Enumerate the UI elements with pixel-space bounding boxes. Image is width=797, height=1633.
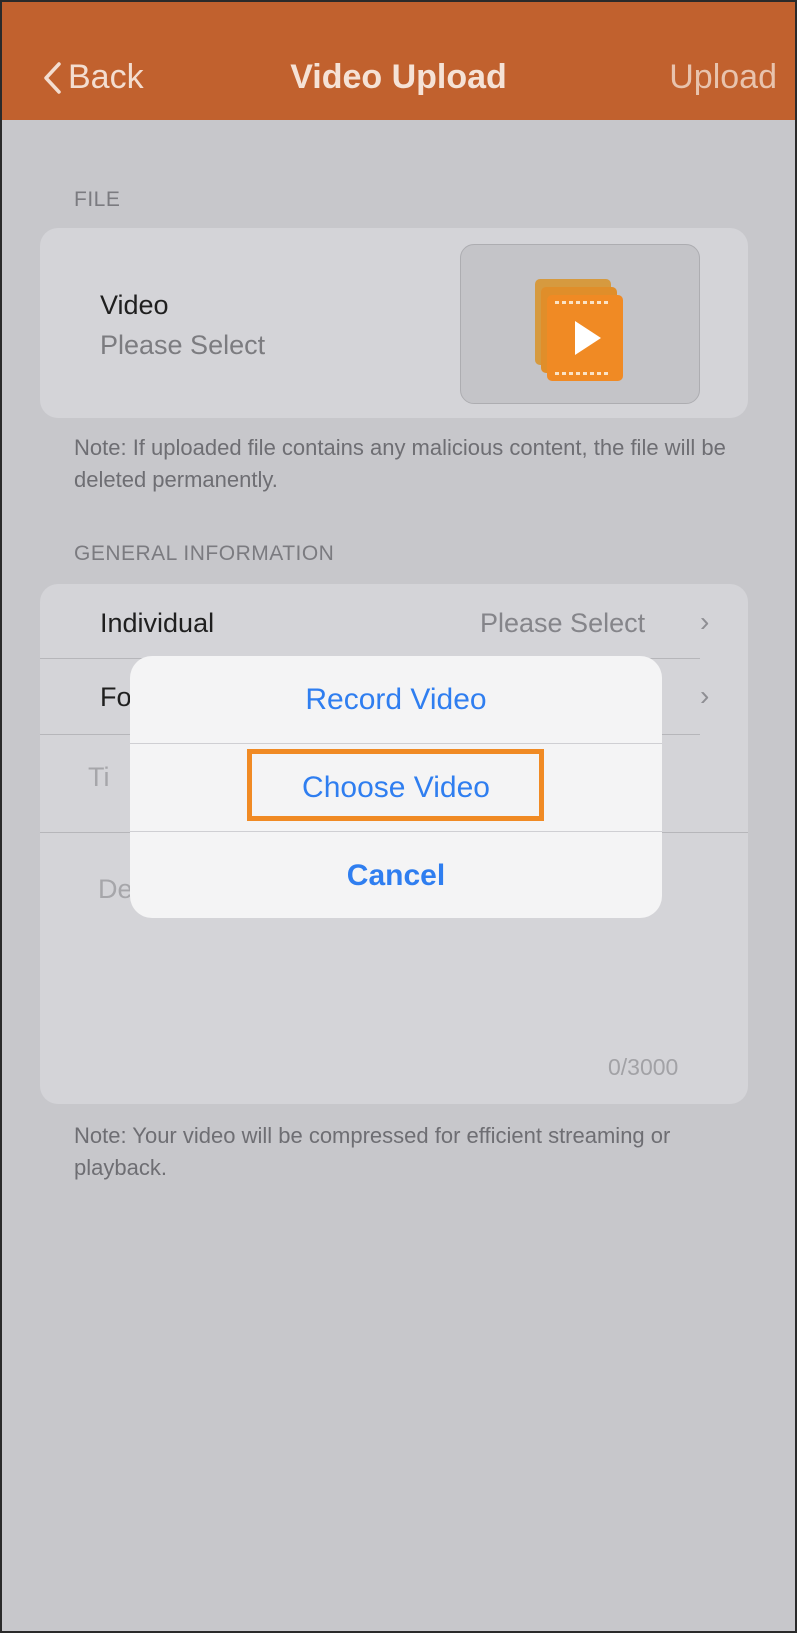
folder-label[interactable]: Fo	[100, 682, 132, 713]
individual-value[interactable]: Please Select	[480, 608, 645, 639]
individual-label[interactable]: Individual	[100, 608, 214, 639]
title-input[interactable]: Ti	[88, 762, 110, 793]
compression-note: Note: Your video will be compressed for …	[74, 1123, 671, 1180]
description-input[interactable]: De	[98, 874, 133, 905]
record-video-button[interactable]: Record Video	[130, 656, 662, 743]
video-thumbnail-button[interactable]	[460, 244, 700, 404]
video-select-card[interactable]: Video Please Select	[40, 228, 748, 418]
choose-video-highlight	[247, 749, 544, 821]
chevron-right-icon: ›	[700, 606, 710, 637]
upload-button[interactable]: Upload	[669, 58, 777, 97]
video-value: Please Select	[100, 330, 266, 360]
general-section-header: GENERAL INFORMATION	[74, 542, 335, 565]
video-label: Video	[100, 290, 169, 320]
file-section-header: FILE	[74, 188, 121, 211]
file-note: Note: If uploaded file contains any mali…	[74, 435, 726, 492]
character-counter: 0/3000	[608, 1054, 679, 1080]
video-files-icon	[535, 279, 623, 381]
cancel-button[interactable]: Cancel	[130, 832, 662, 918]
chevron-right-icon: ›	[700, 680, 710, 711]
navigation-bar: Back Video Upload Upload	[2, 2, 795, 120]
